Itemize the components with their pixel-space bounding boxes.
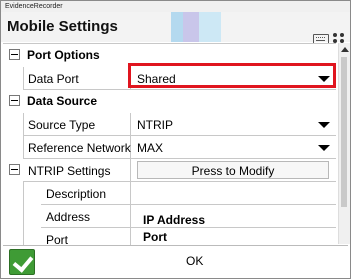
property-name-cell: Address [41,205,131,228]
field-value: IP Address [143,213,206,227]
ok-label: OK [186,254,204,268]
property-label: Source Type [28,118,96,132]
property-label: Description [46,187,107,201]
collapse-toggle-icon[interactable] [9,164,20,175]
reference-network-dropdown[interactable]: MAX [131,136,336,159]
scroll-thumb[interactable] [341,57,347,207]
header-stripe [199,12,221,42]
scroll-up-icon[interactable] [341,47,349,52]
address-field[interactable]: IP Address [131,205,336,228]
property-label: Address [46,210,91,224]
header-stripe [183,12,199,42]
app-window: EvidenceRecorder Mobile Settings Port Op… [0,0,351,279]
property-row-ntrip-settings: NTRIP Settings Press to Modify [3,159,336,182]
dropdown-value: NTRIP [137,118,173,132]
property-label: NTRIP Settings [28,164,111,178]
field-value: Port [143,230,167,244]
vertical-scrollbar[interactable] [338,43,350,244]
property-row-description: Description [3,182,336,205]
property-row-port: Port Port [3,228,336,245]
property-name-cell: Port [41,228,131,245]
property-name-cell: Description [41,182,131,205]
property-row-reference-network: Reference Network MAX [3,136,336,159]
port-field[interactable]: Port [131,228,336,245]
description-field[interactable] [131,182,336,205]
property-label: Data Port [28,72,79,86]
chevron-down-icon[interactable] [318,145,330,151]
chevron-down-icon[interactable] [318,122,330,128]
category-label: Data Source [27,94,98,108]
source-type-dropdown[interactable]: NTRIP [131,113,336,136]
page-title: Mobile Settings [7,18,118,35]
header-stripe [171,12,183,42]
property-name-cell: NTRIP Settings [23,159,131,182]
property-value-cell: Press to Modify [131,159,336,182]
category-data-source[interactable]: Data Source [3,90,336,113]
header-bar: Mobile Settings [1,12,350,44]
press-to-modify-button[interactable]: Press to Modify [137,161,329,179]
property-label: Reference Network [28,141,131,155]
property-name-cell: Source Type [23,113,131,136]
category-label: Port Options [27,48,100,62]
ok-button[interactable]: OK [3,245,348,278]
property-row-address: Address IP Address [3,205,336,228]
property-label: Port [46,233,69,245]
highlight-box [128,63,336,88]
window-title: EvidenceRecorder [1,1,350,12]
property-row-source-type: Source Type NTRIP [3,113,336,136]
checkmark-icon [9,249,35,275]
dropdown-value: MAX [137,141,164,155]
collapse-toggle-icon[interactable] [9,95,20,106]
collapse-toggle-icon[interactable] [9,49,20,60]
property-name-cell: Data Port [23,67,131,90]
property-name-cell: Reference Network [23,136,131,159]
